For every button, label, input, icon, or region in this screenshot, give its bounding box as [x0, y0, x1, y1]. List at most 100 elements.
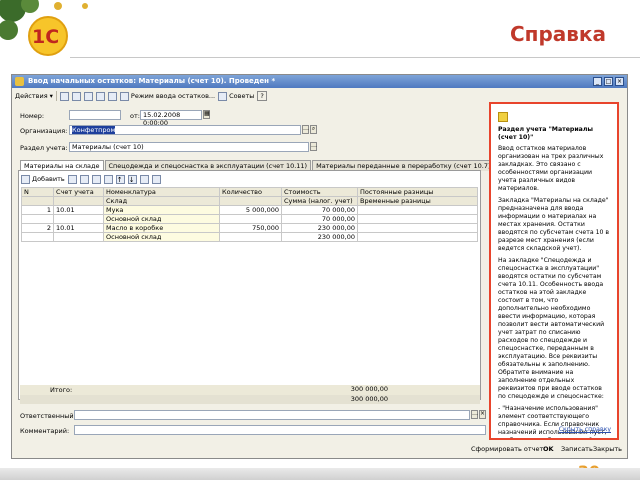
unpost-icon[interactable] [95, 91, 105, 101]
row-warehouse[interactable]: Основной склад [103, 232, 220, 242]
table-header-row-2: Склад Сумма (налог. учет) Временные разн… [21, 196, 478, 206]
slide-footer-bar [0, 468, 640, 480]
row-qty[interactable]: 5 000,000 [219, 205, 282, 215]
help-button[interactable]: ? [257, 91, 267, 101]
org-field[interactable]: Конфетпром [69, 125, 301, 135]
number-field[interactable] [69, 110, 121, 120]
total-row: Итого: 300 000,00 [20, 385, 480, 395]
post-icon[interactable] [83, 91, 93, 101]
actions-menu[interactable]: Действия ▾ [15, 92, 53, 100]
header-blank [53, 196, 104, 206]
row-temp-diff[interactable] [357, 232, 478, 242]
help-heading: Раздел учета "Материалы (счет 10)" [498, 126, 593, 141]
document-icon [15, 77, 24, 86]
divider [70, 57, 640, 58]
ok-button[interactable]: OK [540, 444, 557, 454]
edit-row-icon[interactable] [79, 174, 89, 184]
col-temp-diff[interactable]: Временные разницы [357, 196, 478, 206]
mode-label: Режим ввода остатков... [130, 92, 216, 100]
col-tax-sum[interactable]: Сумма (налог. учет) [281, 196, 358, 206]
maximize-button[interactable]: □ [604, 77, 613, 86]
row-perm-diff[interactable] [357, 205, 478, 215]
table-row-sub[interactable]: Основной склад 230 000,00 [21, 232, 478, 242]
responsible-field[interactable] [74, 410, 470, 420]
help-icon [498, 112, 508, 122]
org-value: Конфетпром [72, 126, 116, 134]
help-label: ? [260, 92, 264, 100]
row-blank [53, 214, 104, 224]
slide-title: Справка [509, 22, 606, 46]
close-button[interactable]: Закрыть [590, 444, 625, 454]
help-paragraph: Закладка "Материалы на складе" предназна… [498, 197, 610, 252]
row-item[interactable]: Масло в коробке [103, 223, 220, 233]
logo-decoration [0, 0, 88, 56]
row-n: 2 [21, 223, 54, 233]
header-blank [219, 196, 282, 206]
row-item[interactable]: Мука [103, 205, 220, 215]
org-select-button[interactable]: … [302, 125, 309, 134]
help-paragraph: - "Назначение использования" элемент соо… [498, 405, 607, 438]
section-select-button[interactable]: … [310, 142, 317, 151]
table-row[interactable]: 1 10.01 Мука 5 000,000 70 000,00 [21, 205, 478, 215]
col-perm-diff[interactable]: Постоянные разницы [357, 187, 478, 197]
row-cost[interactable]: 230 000,00 [281, 223, 358, 233]
row-account[interactable]: 10.01 [53, 223, 104, 233]
col-n[interactable]: N [21, 187, 54, 197]
org-search-icon[interactable]: ⌕ [310, 125, 317, 134]
row-account[interactable]: 10.01 [53, 205, 104, 215]
col-account[interactable]: Счет учета [53, 187, 104, 197]
row-tax[interactable]: 70 000,00 [281, 214, 358, 224]
move-up-icon[interactable]: ↑ [115, 174, 125, 184]
tips-icon [218, 91, 228, 101]
row-cost[interactable]: 70 000,00 [281, 205, 358, 215]
col-item[interactable]: Номенклатура [103, 187, 220, 197]
row-blank [219, 232, 282, 242]
col-cost[interactable]: Стоимость [281, 187, 358, 197]
print-icon[interactable] [107, 91, 117, 101]
tips-button[interactable]: Советы [218, 91, 254, 101]
add-label: Добавить [32, 175, 65, 183]
number-label: Номер: [20, 112, 45, 120]
window-titlebar: Ввод начальных остатков: Материалы (счет… [12, 75, 627, 88]
sort-asc-icon[interactable] [139, 174, 149, 184]
calendar-icon[interactable]: ▦ [203, 110, 210, 119]
minimize-button[interactable]: _ [593, 77, 602, 86]
add-row-button[interactable]: Добавить [21, 174, 65, 184]
comment-field[interactable] [74, 425, 486, 435]
org-label: Организация: [20, 127, 68, 135]
move-down-icon[interactable]: ↓ [127, 174, 137, 184]
copy-row-icon[interactable] [67, 174, 77, 184]
row-qty[interactable]: 750,000 [219, 223, 282, 233]
section-field[interactable]: Материалы (счет 10) [69, 142, 309, 152]
col-qty[interactable]: Количество [219, 187, 282, 197]
mode-button[interactable]: Режим ввода остатков... [119, 91, 216, 101]
close-window-button[interactable]: × [615, 77, 624, 86]
toolbar: Действия ▾ Режим ввода остатков... Совет… [12, 89, 486, 103]
date-label: от: [130, 112, 140, 120]
section-label: Раздел учета: [20, 144, 68, 152]
materials-table: N Счет учета Номенклатура Количество Сто… [21, 187, 478, 242]
sort-desc-icon[interactable] [151, 174, 161, 184]
total-label: Итого: [50, 386, 73, 394]
help-paragraph: Ввод остатков материалов организован на … [498, 145, 604, 192]
row-blank [53, 232, 104, 242]
end-edit-icon[interactable] [103, 174, 113, 184]
add-icon [21, 174, 30, 184]
row-temp-diff[interactable] [357, 214, 478, 224]
table-row[interactable]: 2 10.01 Масло в коробке 750,000 230 000,… [21, 223, 478, 233]
responsible-select-button[interactable]: … [471, 410, 478, 419]
row-warehouse[interactable]: Основной склад [103, 214, 220, 224]
col-warehouse[interactable]: Склад [103, 196, 220, 206]
table-row-sub[interactable]: Основной склад 70 000,00 [21, 214, 478, 224]
row-blank [21, 214, 54, 224]
copy-icon[interactable] [71, 91, 81, 101]
report-button[interactable]: Сформировать отчет [468, 444, 546, 454]
date-field[interactable]: 15.02.2008 0:00:00 [140, 110, 202, 127]
row-tax[interactable]: 230 000,00 [281, 232, 358, 242]
delete-row-icon[interactable] [91, 174, 101, 184]
save-icon[interactable] [59, 91, 69, 101]
row-perm-diff[interactable] [357, 223, 478, 233]
responsible-clear-icon[interactable]: × [479, 410, 486, 419]
hide-help-link[interactable]: Скрыть справку [559, 426, 611, 433]
help-panel: Раздел учета "Материалы (счет 10)" Ввод … [489, 102, 619, 440]
